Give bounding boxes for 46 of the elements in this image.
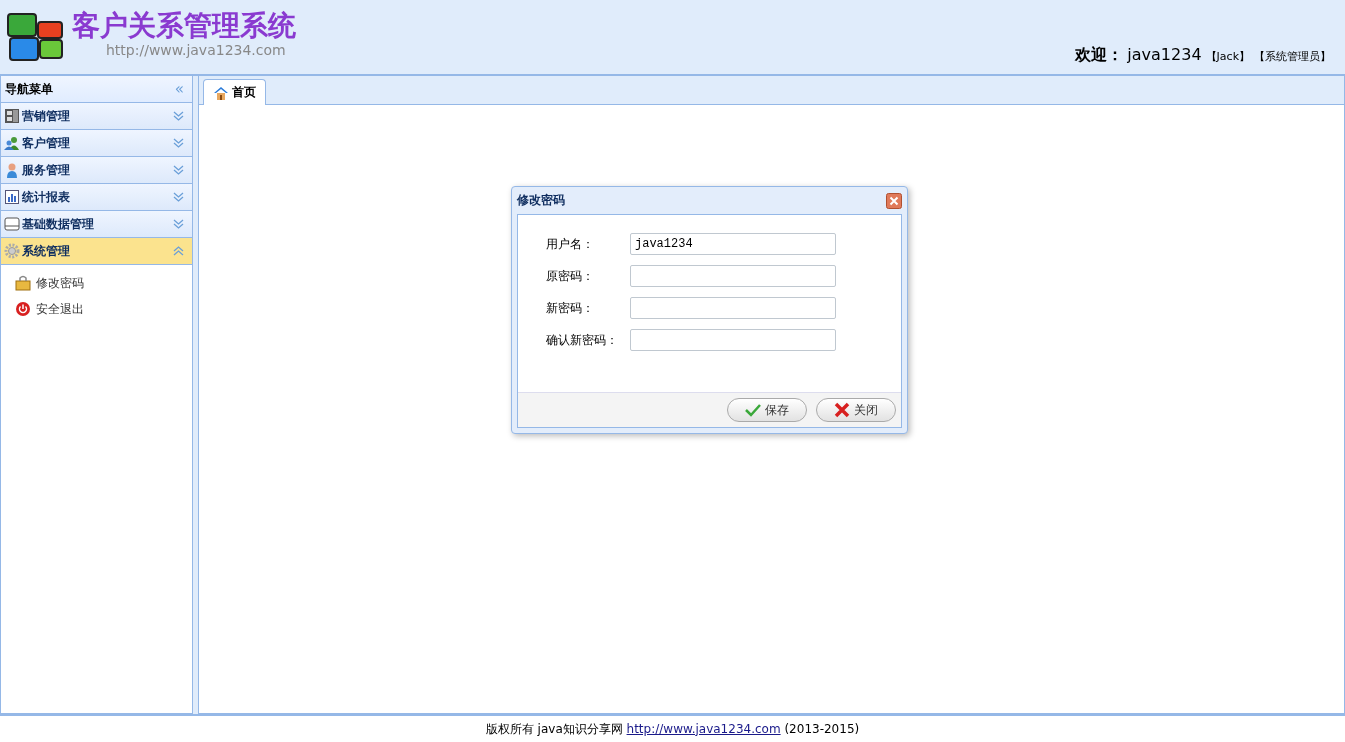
sidebar-link[interactable]: 安全退出 xyxy=(36,300,84,318)
input-field[interactable] xyxy=(630,297,836,319)
field-label: 原密码： xyxy=(546,267,595,285)
gear-icon xyxy=(4,243,20,259)
expand-chevron-icon[interactable] xyxy=(173,219,184,229)
power-icon xyxy=(15,301,31,317)
input-field[interactable]: java1234 xyxy=(630,233,836,255)
home-icon xyxy=(213,85,229,100)
sidebar-item[interactable]: 营销管理 xyxy=(1,103,192,130)
check-icon xyxy=(745,403,761,417)
user-name: 【Jack】 xyxy=(1205,49,1250,64)
cross-icon xyxy=(834,402,850,418)
collapse-chevron-icon[interactable] xyxy=(173,246,184,256)
sidebar-item[interactable]: 基础数据管理 xyxy=(1,211,192,238)
dialog-title: 修改密码 xyxy=(517,192,565,209)
expand-chevron-icon[interactable] xyxy=(173,111,184,121)
user-role: 【系统管理员】 xyxy=(1254,49,1331,64)
expand-chevron-icon[interactable] xyxy=(173,192,184,202)
input-field[interactable] xyxy=(630,265,836,287)
sidebar-item[interactable]: 统计报表 xyxy=(1,184,192,211)
expand-chevron-icon[interactable] xyxy=(173,165,184,175)
sidebar-item[interactable]: 系统管理 xyxy=(1,238,192,265)
save-button[interactable]: 保存 xyxy=(727,398,807,422)
field-label: 用户名： xyxy=(546,235,595,253)
close-icon[interactable] xyxy=(886,192,902,209)
sidebar-item[interactable]: 客户管理 xyxy=(1,130,192,157)
username: java1234 xyxy=(1127,45,1202,64)
site-link[interactable]: http://www.java1234.com xyxy=(626,721,781,736)
copyright-text: 版权所有 java知识分享网 http://www.java1234.com (2013-2015) xyxy=(485,720,860,738)
sidebar-item[interactable]: 服务管理 xyxy=(1,157,192,184)
close-button[interactable]: 关闭 xyxy=(816,398,896,422)
input-field[interactable] xyxy=(630,329,836,351)
drive-icon xyxy=(4,216,20,232)
field-label: 新密码： xyxy=(546,299,595,317)
nav-menu-title: 导航菜单 xyxy=(5,80,53,98)
cabinet-icon xyxy=(4,108,20,124)
field-label: 确认新密码： xyxy=(546,331,619,349)
people-icon xyxy=(4,135,20,151)
expand-chevron-icon[interactable] xyxy=(173,138,184,148)
site-url: http://www.java1234.com xyxy=(106,42,287,58)
tab[interactable]: 首页 xyxy=(203,79,266,105)
person-icon xyxy=(4,162,20,178)
welcome-label: 欢迎： xyxy=(1075,45,1124,66)
sidebar-link[interactable]: 修改密码 xyxy=(36,274,84,292)
app-title: 客户关系管理系统 xyxy=(72,10,296,42)
bar-chart-icon xyxy=(4,189,20,205)
